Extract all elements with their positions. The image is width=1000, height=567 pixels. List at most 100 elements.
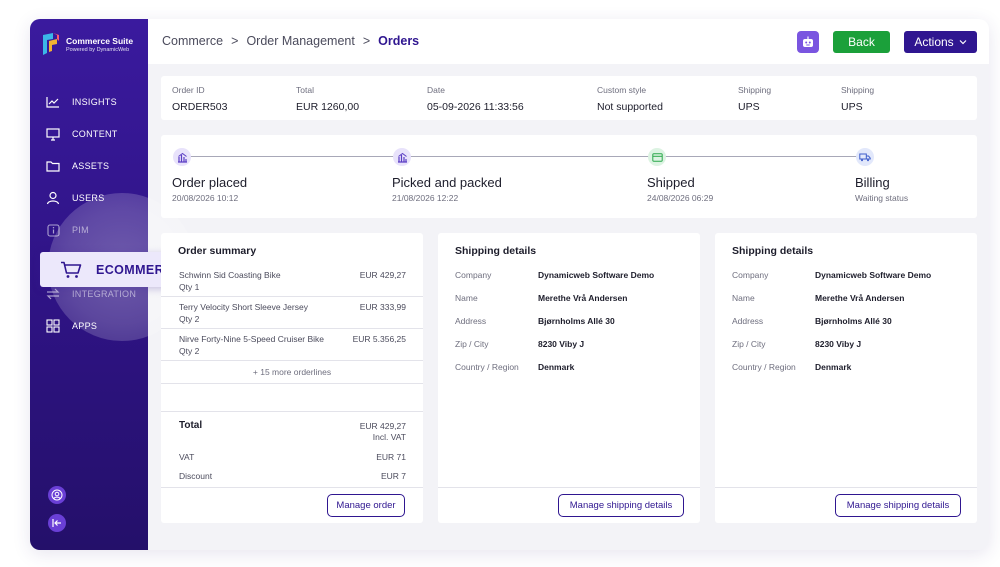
sidebar-item-label: INTEGRATION xyxy=(72,289,137,299)
step-title: Shipped xyxy=(647,175,695,190)
company-label: Company xyxy=(732,270,769,280)
custom-style-field: Custom style Not supported xyxy=(597,85,663,113)
info-icon xyxy=(46,223,60,237)
order-progress-card: Order placed 20/08/2026 10:12 Picked and… xyxy=(161,135,977,218)
divider xyxy=(161,383,423,384)
actions-button[interactable]: Actions xyxy=(904,31,977,53)
step-status: Waiting status xyxy=(855,193,909,203)
product-name: Terry Velocity Short Sleeve Jersey xyxy=(179,302,308,312)
divider xyxy=(715,487,977,488)
breadcrumb-current: Orders xyxy=(378,34,420,48)
breadcrumb-separator: > xyxy=(231,34,239,48)
company-label: Company xyxy=(455,270,492,280)
collapse-icon xyxy=(52,519,61,527)
progress-track xyxy=(181,156,867,157)
sidebar-item-insights[interactable]: INSIGHTS xyxy=(30,89,148,115)
more-orderlines-link[interactable]: + 15 more orderlines xyxy=(161,367,423,377)
chevron-down-icon xyxy=(959,40,967,45)
sidebar-item-users[interactable]: USERS xyxy=(30,185,148,211)
chart-line-icon xyxy=(46,95,60,109)
sidebar-item-content[interactable]: CONTENT xyxy=(30,121,148,147)
total-vat-note: Incl. VAT xyxy=(372,432,406,442)
account-icon xyxy=(51,489,63,501)
breadcrumb-commerce[interactable]: Commerce xyxy=(162,34,223,48)
zip-city-value: 8230 Viby J xyxy=(815,339,862,349)
divider xyxy=(161,411,423,412)
main-content: Order ID ORDER503 Total EUR 1260,00 Date… xyxy=(148,64,989,550)
logo-subtitle: Powered by DynamicWeb xyxy=(66,46,130,53)
top-bar: Commerce > Order Management > Orders Bac… xyxy=(148,19,989,64)
step-title: Billing xyxy=(855,175,890,190)
zip-city-label: Zip / City xyxy=(455,339,489,349)
divider xyxy=(161,487,423,488)
breadcrumb: Commerce > Order Management > Orders xyxy=(162,34,419,48)
order-date-field: Date 05-09-2026 11:33:56 xyxy=(427,85,524,113)
step-title: Order placed xyxy=(172,175,248,190)
product-price: EUR 333,99 xyxy=(359,302,406,312)
order-info-card: Order ID ORDER503 Total EUR 1260,00 Date… xyxy=(161,76,977,120)
card-icon xyxy=(648,148,666,166)
product-price: EUR 429,27 xyxy=(359,270,406,280)
step-date: 20/08/2026 10:12 xyxy=(172,193,239,203)
sidebar-item-label: CONTENT xyxy=(72,129,118,139)
collapse-sidebar-button[interactable] xyxy=(48,514,66,532)
zip-city-label: Zip / City xyxy=(732,339,766,349)
account-button[interactable] xyxy=(48,486,66,504)
shipping-field: Shipping UPS xyxy=(841,85,875,113)
card-title: Shipping details xyxy=(455,245,537,257)
grid-icon xyxy=(46,319,60,333)
vat-value: EUR 71 xyxy=(376,452,406,462)
manage-shipping-details-button[interactable]: Manage shipping details xyxy=(558,494,684,517)
order-line-item[interactable]: Terry Velocity Short Sleeve Jersey Qty 2… xyxy=(161,297,423,329)
name-value: Merethe Vrå Andersen xyxy=(538,293,628,303)
building-icon xyxy=(393,148,411,166)
manage-order-button[interactable]: Manage order xyxy=(327,494,405,517)
truck-icon xyxy=(856,148,874,166)
order-id-field: Order ID ORDER503 xyxy=(172,85,228,113)
address-value: Bjørnholms Allé 30 xyxy=(538,316,615,326)
order-line-item[interactable]: Schwinn Sid Coasting Bike Qty 1 EUR 429,… xyxy=(161,265,423,297)
country-value: Denmark xyxy=(538,362,575,372)
zip-city-value: 8230 Viby J xyxy=(538,339,585,349)
building-icon xyxy=(173,148,191,166)
total-label: Total xyxy=(179,420,203,431)
divider xyxy=(438,487,700,488)
order-summary-card: Order summary Schwinn Sid Coasting Bike … xyxy=(161,233,423,523)
shipping-field: Shipping UPS xyxy=(738,85,772,113)
folder-icon xyxy=(46,159,60,173)
country-value: Denmark xyxy=(815,362,852,372)
total-value: EUR 429,27 xyxy=(359,421,406,431)
product-qty: Qty 2 xyxy=(179,346,200,356)
manage-shipping-details-button[interactable]: Manage shipping details xyxy=(835,494,961,517)
company-value: Dynamicweb Software Demo xyxy=(538,270,655,280)
sidebar-item-assets[interactable]: ASSETS xyxy=(30,153,148,179)
sidebar-item-pim[interactable]: PIM xyxy=(30,217,148,243)
breadcrumb-separator: > xyxy=(362,34,371,48)
address-label: Address xyxy=(732,316,764,326)
back-button[interactable]: Back xyxy=(833,31,890,53)
product-name: Nirve Forty-Nine 5-Speed Cruiser Bike xyxy=(179,334,325,344)
company-value: Dynamicweb Software Demo xyxy=(815,270,932,280)
card-title: Shipping details xyxy=(732,245,814,257)
assistant-button[interactable] xyxy=(797,31,819,53)
product-name: Schwinn Sid Coasting Bike xyxy=(179,270,281,280)
shipping-details-card: Shipping details Company Dynamicweb Soft… xyxy=(715,233,977,523)
arrows-icon xyxy=(46,287,60,301)
discount-label: Discount xyxy=(179,471,213,481)
sidebar-item-label: INSIGHTS xyxy=(72,97,117,107)
country-label: Country / Region xyxy=(455,362,519,372)
app-window: Commerce Suite Powered by DynamicWeb INS… xyxy=(30,19,989,550)
name-label: Name xyxy=(732,293,755,303)
logo-mark-icon xyxy=(39,31,61,57)
vat-label: VAT xyxy=(179,452,195,462)
address-value: Bjørnholms Allé 30 xyxy=(815,316,892,326)
order-line-item[interactable]: Nirve Forty-Nine 5-Speed Cruiser Bike Qt… xyxy=(161,329,423,361)
sidebar-item-apps[interactable]: APPS xyxy=(30,313,148,339)
robot-icon xyxy=(803,36,813,47)
actions-label: Actions xyxy=(914,35,954,49)
name-value: Merethe Vrå Andersen xyxy=(815,293,905,303)
sidebar-item-label: APPS xyxy=(72,321,98,331)
logo[interactable]: Commerce Suite Powered by DynamicWeb xyxy=(39,31,133,57)
step-title: Picked and packed xyxy=(392,175,502,190)
breadcrumb-order-management[interactable]: Order Management xyxy=(246,34,354,48)
